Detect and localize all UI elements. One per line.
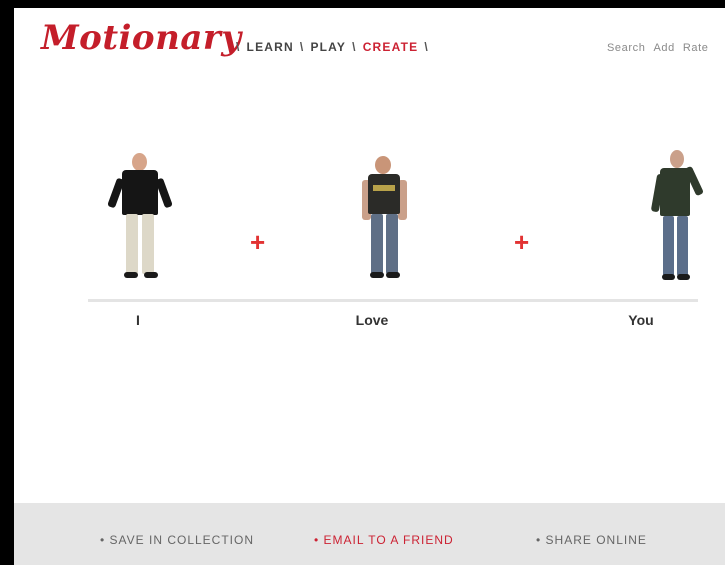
word-label-i: I [136,312,140,328]
person-image [100,148,180,288]
share-online-button[interactable]: • SHARE ONLINE [536,533,647,547]
word-label-love: Love [355,312,389,328]
sign-figure-love[interactable] [344,148,424,288]
sign-figure-i[interactable] [100,148,180,288]
word-label-you: You [628,312,654,328]
sign-sequence: + + I Love You [14,8,725,498]
save-in-collection-button[interactable]: • SAVE IN COLLECTION [100,533,254,547]
plus-connector: + [250,227,266,257]
email-to-friend-button[interactable]: • EMAIL TO A FRIEND [314,533,454,547]
person-image [630,144,710,289]
floor-line [88,299,698,302]
action-bar: • SAVE IN COLLECTION • EMAIL TO A FRIEND… [14,503,725,565]
app-frame: Motionary \ LEARN \ PLAY \ CREATE \ Sear… [14,8,725,565]
plus-connector: + [514,227,530,257]
person-image [344,148,424,288]
sign-figure-you[interactable] [630,144,710,289]
